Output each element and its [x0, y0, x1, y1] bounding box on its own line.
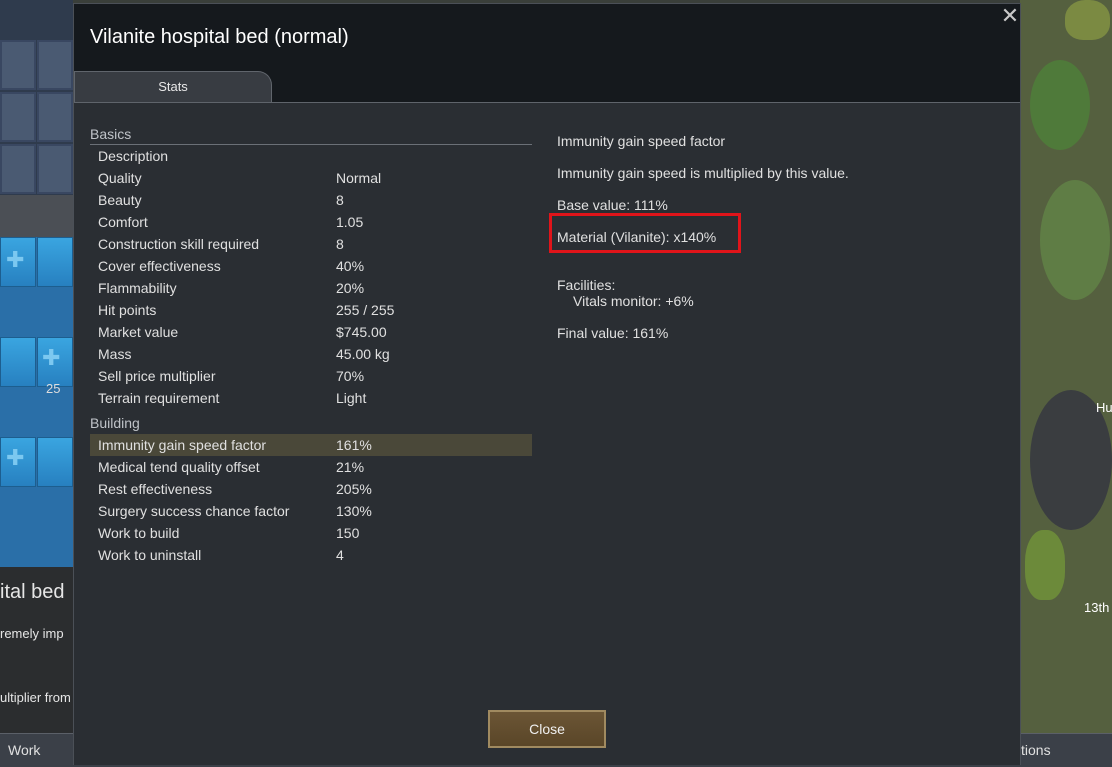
map-terrain: Hu 13th — [1020, 0, 1112, 767]
detail-facilities-header: Facilities: — [557, 277, 616, 293]
wall — [0, 195, 73, 237]
close-button[interactable]: Close — [488, 710, 606, 748]
detail-base-value: Base value: 111% — [557, 197, 668, 213]
stats-panel: Basics Description Quality Normal Beauty 8… — [74, 102, 1020, 765]
stat-row[interactable]: Surgery success chance factor 130% — [90, 500, 532, 522]
close-icon[interactable]: ✕ — [999, 5, 1021, 27]
section-building-header: Building — [90, 415, 140, 431]
stat-row-selected[interactable]: Immunity gain speed factor 161% — [90, 434, 532, 456]
stat-row[interactable]: Market value $745.00 — [90, 321, 532, 343]
inspect-title: ital bed — [0, 581, 65, 603]
map-label-2: 13th — [1084, 600, 1110, 615]
stat-row[interactable]: Rest effectiveness 205% — [90, 478, 532, 500]
detail-facility-item: Vitals monitor: +6% — [573, 293, 694, 309]
stat-row[interactable]: Description — [90, 145, 532, 167]
stat-row[interactable]: Terrain requirement Light — [90, 387, 532, 409]
stat-row[interactable]: Cover effectiveness 40% — [90, 255, 532, 277]
stat-row[interactable]: Comfort 1.05 — [90, 211, 532, 233]
inspect-panel-background: ital bed remely imp ultiplier from — [0, 567, 73, 733]
stat-row[interactable]: Hit points 255 / 255 — [90, 299, 532, 321]
stat-row[interactable]: Flammability 20% — [90, 277, 532, 299]
detail-title: Immunity gain speed factor — [557, 133, 726, 149]
tab-stats[interactable]: Stats — [74, 71, 272, 102]
stat-row[interactable]: Medical tend quality offset 21% — [90, 456, 532, 478]
map-label-1: Hu — [1096, 400, 1112, 415]
stat-row[interactable]: Work to uninstall 4 — [90, 544, 532, 566]
menu-tab-right[interactable]: tions — [1021, 742, 1051, 758]
inspect-line-1: remely imp — [0, 626, 64, 641]
hospital-beds: ✚ ✚ ✚ 25 — [0, 237, 73, 567]
detail-description: Immunity gain speed is multiplied by thi… — [557, 165, 849, 181]
detail-material: Material (Vilanite): x140% — [557, 229, 717, 245]
stat-row[interactable]: Construction skill required 8 — [90, 233, 532, 255]
work-tab[interactable]: Work — [8, 742, 40, 758]
stat-row[interactable]: Work to build 150 — [90, 522, 532, 544]
stat-row[interactable]: Beauty 8 — [90, 189, 532, 211]
floor-tiles — [0, 0, 73, 195]
stack-count: 25 — [46, 381, 61, 396]
inspect-line-2: ultiplier from — [0, 690, 71, 705]
section-basics-header: Basics — [90, 126, 132, 142]
stat-row[interactable]: Sell price multiplier 70% — [90, 365, 532, 387]
stat-row[interactable]: Quality Normal — [90, 167, 532, 189]
tab-stats-label: Stats — [158, 79, 188, 94]
detail-final-value: Final value: 161% — [557, 325, 669, 341]
dialog-title: Vilanite hospital bed (normal) — [90, 26, 349, 48]
stat-row[interactable]: Mass 45.00 kg — [90, 343, 532, 365]
info-dialog: Vilanite hospital bed (normal) ✕ Stats B… — [73, 3, 1021, 765]
